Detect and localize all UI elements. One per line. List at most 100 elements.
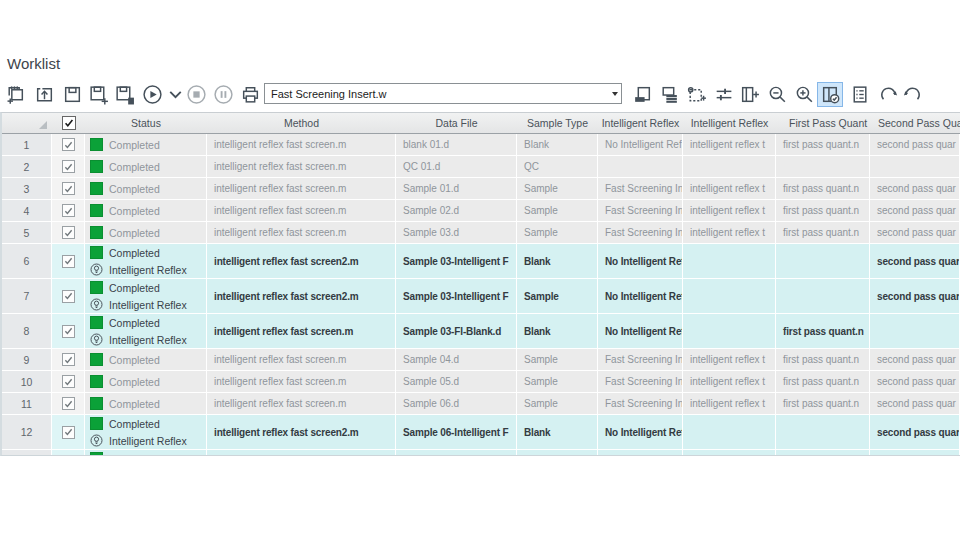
table-row: 8CompletedIntelligent Reflexintelligent …: [2, 314, 960, 349]
run-button[interactable]: [140, 82, 165, 107]
row-checkbox[interactable]: [62, 182, 75, 195]
combobox-dropdown-button[interactable]: [608, 84, 621, 103]
worklist-file-combobox[interactable]: Fast Screening Insert.w: [264, 83, 622, 104]
sample-type-cell: Blank: [517, 134, 598, 155]
method-cell: intelligent reflex fast screen.m: [207, 134, 396, 155]
row-checkbox-cell: [52, 314, 85, 348]
method-cell: intelligent reflex fast screen.m: [207, 349, 396, 370]
header-method[interactable]: Method: [207, 113, 396, 133]
select-all-header-cell[interactable]: [52, 113, 85, 133]
intelligent-reflex-2-cell: [683, 450, 776, 456]
sample-levels-button[interactable]: [630, 82, 655, 107]
stacked-view-button[interactable]: [657, 82, 682, 107]
intelligent-reflex-1-cell: Fast Screening In:: [598, 200, 683, 221]
table-body: 1Completedintelligent reflex fast screen…: [2, 134, 960, 456]
row-number: 12: [2, 415, 52, 449]
intelligent-reflex-1-cell: Fast Screening In:: [598, 178, 683, 199]
save-as-button[interactable]: [86, 82, 111, 107]
intelligent-reflex-1-cell: Fast Screening In:: [598, 349, 683, 370]
row-checkbox-cell: [52, 156, 85, 177]
new-worklist-button[interactable]: [3, 82, 28, 107]
header-first-pass-quant[interactable]: First Pass Quant N: [776, 113, 870, 133]
status-completed-icon: [90, 182, 103, 195]
page-title: Worklist: [7, 55, 60, 72]
open-worklist-button[interactable]: [32, 82, 57, 107]
status-cell: Completed: [85, 349, 207, 370]
row-checkbox[interactable]: [62, 226, 75, 239]
stop-button[interactable]: [184, 82, 209, 107]
print-button[interactable]: [238, 82, 263, 107]
intelligent-reflex-1-cell: No Intelligent Ref: [598, 134, 683, 155]
intelligent-reflex-1-cell: No Intelligent Ref: [598, 244, 683, 278]
header-sample-type[interactable]: Sample Type: [517, 113, 598, 133]
method-cell: intelligent reflex fast screen.m: [207, 222, 396, 243]
second-pass-quant-cell: second pass quar: [870, 279, 960, 313]
row-number: 11: [2, 393, 52, 414]
sample-type-cell: Sample: [517, 393, 598, 414]
intelligent-reflex-2-cell: intelligent reflex t: [683, 200, 776, 221]
row-checkbox[interactable]: [62, 397, 75, 410]
row-checkbox-cell: [52, 200, 85, 221]
table-row: 13Completed: [2, 450, 960, 456]
sample-type-cell: Blank: [517, 415, 598, 449]
status-completed-icon: [90, 138, 103, 151]
header-second-pass-quant[interactable]: Second Pass Quan: [870, 113, 960, 133]
second-pass-quant-cell: [870, 314, 960, 348]
filter-settings-button[interactable]: [711, 82, 736, 107]
row-checkbox-cell: [52, 279, 85, 313]
row-checkbox[interactable]: [62, 204, 75, 217]
undo-button[interactable]: [900, 82, 925, 107]
row-checkbox[interactable]: [62, 255, 75, 268]
row-number: 6: [2, 244, 52, 278]
table-row: 6CompletedIntelligent Reflexintelligent …: [2, 244, 960, 279]
row-number: 1: [2, 134, 52, 155]
row-checkbox[interactable]: [62, 160, 75, 173]
status-cell: Completed: [85, 371, 207, 392]
row-checkbox-cell: [52, 222, 85, 243]
zoom-in-button[interactable]: [792, 82, 817, 107]
status-text: Completed: [109, 376, 160, 388]
sample-type-cell: Blank: [517, 314, 598, 348]
row-checkbox[interactable]: [62, 426, 75, 439]
header-status[interactable]: Status: [85, 113, 207, 133]
row-checkbox[interactable]: [62, 290, 75, 303]
status-text: Completed: [109, 282, 160, 294]
select-all-checkbox[interactable]: [62, 116, 76, 130]
intelligent-reflex-2-cell: [683, 156, 776, 177]
status-text: Completed: [109, 183, 160, 195]
corner-triangle-icon: [39, 121, 47, 129]
pause-button[interactable]: [211, 82, 236, 107]
status-completed-icon: [90, 316, 103, 329]
second-pass-quant-cell: second pass quar: [870, 178, 960, 199]
corner-header-cell[interactable]: [2, 113, 52, 133]
row-checkbox[interactable]: [62, 138, 75, 151]
row-checkbox-cell: [52, 134, 85, 155]
table-row: 7CompletedIntelligent Reflexintelligent …: [2, 279, 960, 314]
header-data-file[interactable]: Data File: [396, 113, 517, 133]
first-pass-quant-cell: first pass quant.n: [776, 222, 870, 243]
table-row: 9Completedintelligent reflex fast screen…: [2, 349, 960, 371]
header-intelligent-reflex-2[interactable]: Intelligent Reflex: [683, 113, 776, 133]
combobox-value: Fast Screening Insert.w: [265, 88, 608, 100]
intelligent-reflex-icon: [90, 434, 103, 447]
status-text: Completed: [109, 227, 160, 239]
worklist-check-view-button[interactable]: [817, 82, 843, 107]
select-region-button[interactable]: [684, 82, 709, 107]
add-column-button[interactable]: [737, 82, 762, 107]
row-checkbox[interactable]: [62, 375, 75, 388]
first-pass-quant-cell: [776, 279, 870, 313]
zoom-out-button[interactable]: [765, 82, 790, 107]
status-cell: Completed: [85, 200, 207, 221]
status-text: Completed: [109, 139, 160, 151]
status-cell: Completed: [85, 134, 207, 155]
header-intelligent-reflex-1[interactable]: Intelligent Reflex: [598, 113, 683, 133]
row-checkbox[interactable]: [62, 325, 75, 338]
redo-button[interactable]: [876, 82, 901, 107]
worklist-settings-button[interactable]: [847, 82, 872, 107]
status-text: Completed: [109, 453, 160, 457]
intelligent-reflex-1-cell: Fast Screening In:: [598, 371, 683, 392]
row-checkbox[interactable]: [62, 353, 75, 366]
save-button[interactable]: [60, 82, 85, 107]
intelligent-reflex-2-cell: intelligent reflex t: [683, 349, 776, 370]
save-copy-button[interactable]: [112, 82, 137, 107]
